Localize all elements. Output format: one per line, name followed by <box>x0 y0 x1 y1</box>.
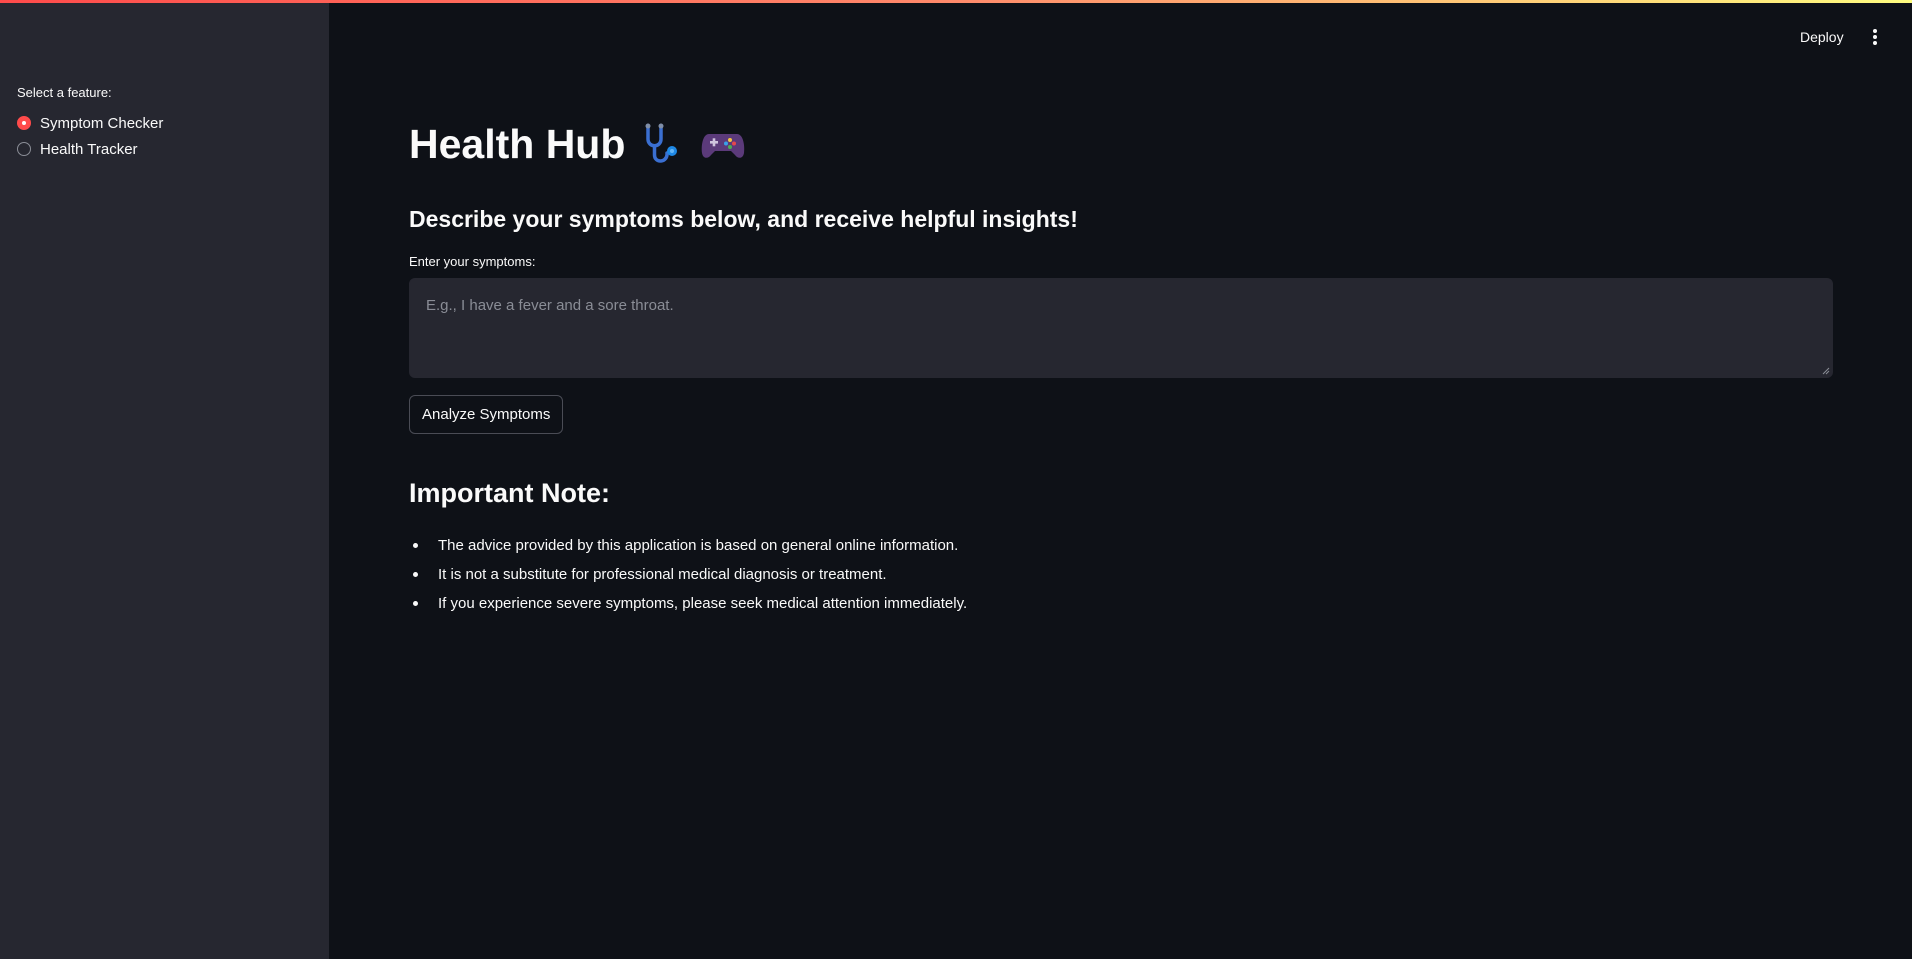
list-item: It is not a substitute for professional … <box>409 560 967 589</box>
radio-selected-icon <box>17 116 31 130</box>
stethoscope-icon <box>645 123 678 163</box>
important-note-heading: Important Note: <box>409 478 610 508</box>
symptoms-field-label: Enter your symptoms: <box>409 254 536 269</box>
kebab-menu-icon[interactable] <box>1866 28 1884 46</box>
list-item: The advice provided by this application … <box>409 531 967 560</box>
radio-option-label: Symptom Checker <box>40 114 164 132</box>
page-subtitle: Describe your symptoms below, and receiv… <box>409 206 1078 232</box>
page-title-text: Health Hub <box>409 120 626 167</box>
top-decoration-bar <box>0 0 1912 3</box>
symptoms-textarea-container <box>409 278 1833 378</box>
analyze-symptoms-button[interactable]: Analyze Symptoms <box>409 395 564 434</box>
symptoms-input[interactable] <box>410 279 1832 377</box>
page-title: Health Hub <box>409 110 747 178</box>
resize-grip-icon[interactable] <box>1822 367 1830 375</box>
important-note-list: The advice provided by this application … <box>409 531 967 618</box>
sidebar: Select a feature: Symptom Checker Health… <box>0 0 329 959</box>
deploy-button[interactable]: Deploy <box>1796 27 1848 47</box>
radio-unselected-icon <box>17 142 31 156</box>
feature-select-label: Select a feature: <box>17 85 112 100</box>
radio-option-label: Health Tracker <box>40 140 138 158</box>
radio-option-health-tracker[interactable]: Health Tracker <box>17 138 138 160</box>
game-controller-icon <box>702 134 745 158</box>
list-item: If you experience severe symptoms, pleas… <box>409 589 967 618</box>
radio-option-symptom-checker[interactable]: Symptom Checker <box>17 112 163 134</box>
